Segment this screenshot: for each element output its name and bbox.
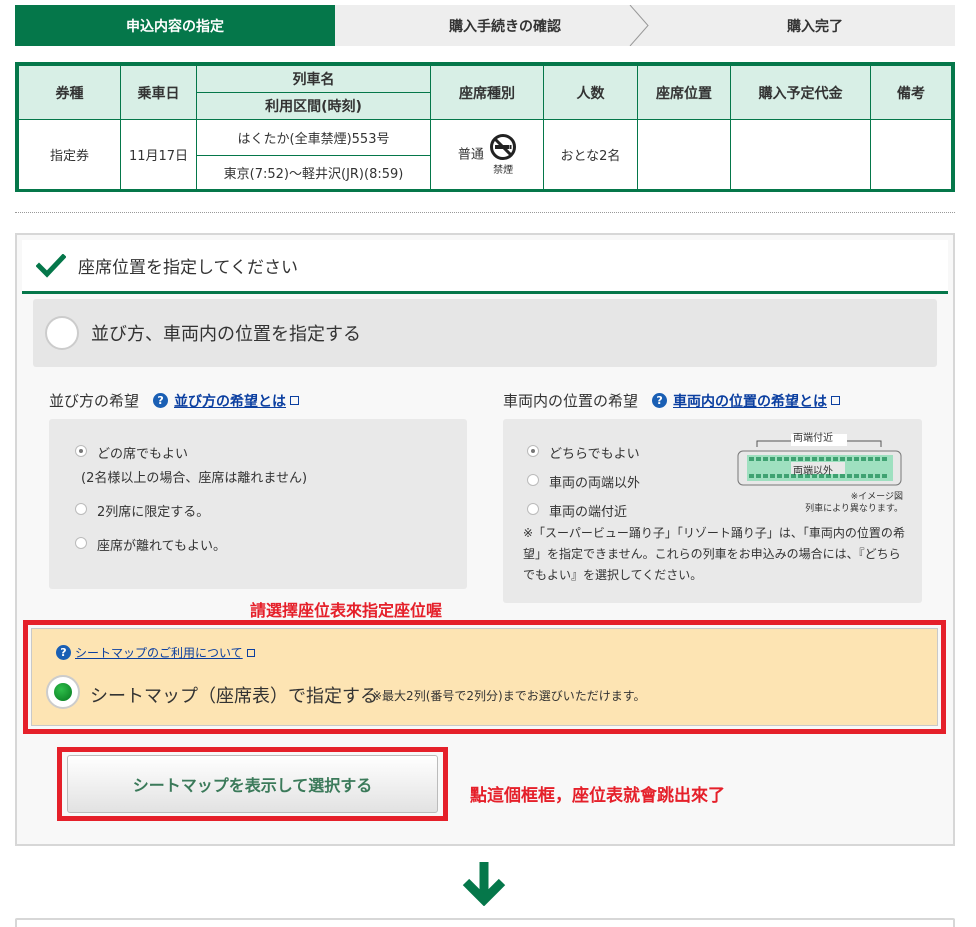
radio-selected-dot [54, 683, 72, 701]
cell-route-time: 東京(7:52)～軽井沢(JR)(8:59) [196, 155, 431, 190]
arrangement-option-note: (2名様以上の場合、座席は離れません) [81, 467, 307, 486]
cell-seat-type: 普通 禁煙 [430, 119, 544, 190]
image-note-2: 列車により異なります。 [805, 504, 903, 514]
step-3: 購入完了 [655, 5, 955, 46]
option-a-label: 並び方、車両内の位置を指定する [91, 324, 361, 345]
position-help-link[interactable]: 車両内の位置の希望とは [673, 391, 827, 411]
down-arrow-icon [462, 862, 506, 906]
option-seatmap[interactable]: ? シートマップのご利用について シートマップ（座席表）で指定する ※最大2列(… [31, 628, 938, 726]
cell-date: 11月17日 [120, 119, 197, 190]
external-link-icon [246, 648, 255, 657]
arrangement-title: 並び方の希望 [49, 392, 140, 410]
radio-position-any[interactable] [527, 445, 539, 457]
position-option-any[interactable]: どちらでもよい [527, 443, 640, 462]
help-icon: ? [652, 393, 668, 408]
th-seat-type: 座席種別 [430, 65, 544, 120]
step-current: 申込内容の指定 [15, 5, 335, 46]
cell-count: おとな2名 [543, 119, 638, 190]
radio-position-ends[interactable] [527, 503, 539, 515]
arrangement-help-link[interactable]: 並び方の希望とは [174, 391, 286, 411]
th-route-time: 利用区間(時刻) [196, 92, 431, 120]
th-remarks: 備考 [870, 65, 952, 120]
image-label-ends: 両端付近 [793, 433, 833, 444]
position-option-ends[interactable]: 車両の端付近 [527, 501, 627, 520]
divider [15, 212, 955, 213]
position-option-ends-label: 車両の端付近 [549, 505, 628, 520]
th-train-name: 列車名 [196, 65, 431, 93]
panel-title: 座席位置を指定してください [78, 258, 298, 278]
no-smoking-badge: 禁煙 [490, 133, 517, 176]
position-title: 車両内の位置の希望 [503, 392, 639, 410]
cell-train-name: はくたか(全車禁煙)553号 [196, 119, 431, 156]
th-price: 購入予定代金 [730, 65, 871, 120]
radio-position-middle[interactable] [527, 474, 539, 486]
external-link-icon [290, 396, 300, 405]
seatmap-radio[interactable] [46, 675, 80, 709]
annotation-top: 請選擇座位表來指定座位喔 [250, 601, 443, 620]
position-box: どちらでもよい 車両の両端以外 車両の端付近 両端付近 両端以外 ※イメージ図 … [503, 419, 922, 603]
checkmark-icon [36, 253, 66, 278]
th-seat-position: 座席位置 [637, 65, 731, 120]
step-separator-icon [629, 5, 649, 46]
next-panel [15, 918, 955, 927]
no-smoking-icon [490, 133, 517, 160]
radio-separate[interactable] [75, 537, 87, 549]
seatmap-option-note: ※最大2列(番号で2列分)までお選びいただけます。 [372, 689, 646, 703]
radio-any-seat[interactable] [75, 445, 87, 457]
option-arrangement-position[interactable]: 並び方、車両内の位置を指定する [33, 299, 937, 367]
step-3-label: 購入完了 [787, 18, 843, 35]
annotation-right: 點這個框框，座位表就會跳出來了 [470, 786, 725, 806]
reservation-summary: 券種 乗車日 列車名 座席種別 人数 座席位置 購入予定代金 備考 利用区間(時… [15, 62, 955, 192]
image-label-middle: 両端以外 [793, 466, 833, 477]
step-1-label: 申込内容の指定 [126, 18, 224, 35]
cell-seat-position [637, 119, 731, 190]
panel-header: 座席位置を指定してください [22, 240, 948, 294]
arrangement-option-separate-label: 座席が離れてもよい。 [97, 539, 226, 554]
external-link-icon [831, 396, 841, 405]
th-date: 乗車日 [120, 65, 197, 120]
arrangement-heading: 並び方の希望 ? 並び方の希望とは [49, 390, 300, 411]
position-option-middle[interactable]: 車両の両端以外 [527, 472, 640, 491]
arrangement-option-two-row[interactable]: 2列席に限定する。 [75, 501, 209, 520]
seat-type-label: 普通 [457, 147, 484, 162]
seatmap-help: ? シートマップのご利用について [56, 644, 255, 661]
th-count: 人数 [543, 65, 638, 120]
no-smoking-label: 禁煙 [493, 164, 514, 176]
arrangement-option-any-label: どの席でもよい [97, 447, 189, 462]
cell-ticket-type: 指定券 [18, 119, 121, 190]
seatmap-help-link[interactable]: シートマップのご利用について [75, 644, 243, 661]
progress-steps: 申込内容の指定 購入手続きの確認 購入完了 [15, 5, 955, 46]
arrangement-option-separate[interactable]: 座席が離れてもよい。 [75, 535, 226, 554]
position-option-middle-label: 車両の両端以外 [549, 476, 641, 491]
train-car-diagram: 両端付近 両端以外 ※イメージ図 列車により異なります。 [735, 429, 905, 514]
radio-two-row[interactable] [75, 503, 87, 515]
step-2-label: 購入手続きの確認 [449, 18, 561, 35]
arrangement-option-two-row-label: 2列席に限定する。 [97, 505, 210, 520]
arrangement-box: どの席でもよい (2名様以上の場合、座席は離れません) 2列席に限定する。 座席… [49, 419, 467, 589]
arrangement-note-text: (2名様以上の場合、座席は離れません) [81, 471, 308, 486]
help-icon: ? [56, 645, 71, 660]
position-note: ※「スーパービュー踊り子」「リゾート踊り子」は、「車両内の位置の希望」を指定でき… [523, 526, 905, 582]
cell-price [730, 119, 871, 190]
th-ticket-type: 券種 [18, 65, 121, 120]
help-icon: ? [153, 393, 169, 408]
cell-remarks [870, 119, 952, 190]
seatmap-option-label: シートマップ（座席表）で指定する [90, 686, 378, 707]
step-2: 購入手続きの確認 [335, 5, 655, 46]
arrangement-option-any[interactable]: どの席でもよい [75, 443, 188, 462]
position-heading: 車両内の位置の希望 ? 車両内の位置の希望とは [503, 390, 841, 411]
option-a-radio[interactable] [45, 316, 79, 350]
show-seatmap-button[interactable]: シートマップを表示して選択する [67, 755, 438, 813]
position-option-any-label: どちらでもよい [549, 447, 640, 462]
